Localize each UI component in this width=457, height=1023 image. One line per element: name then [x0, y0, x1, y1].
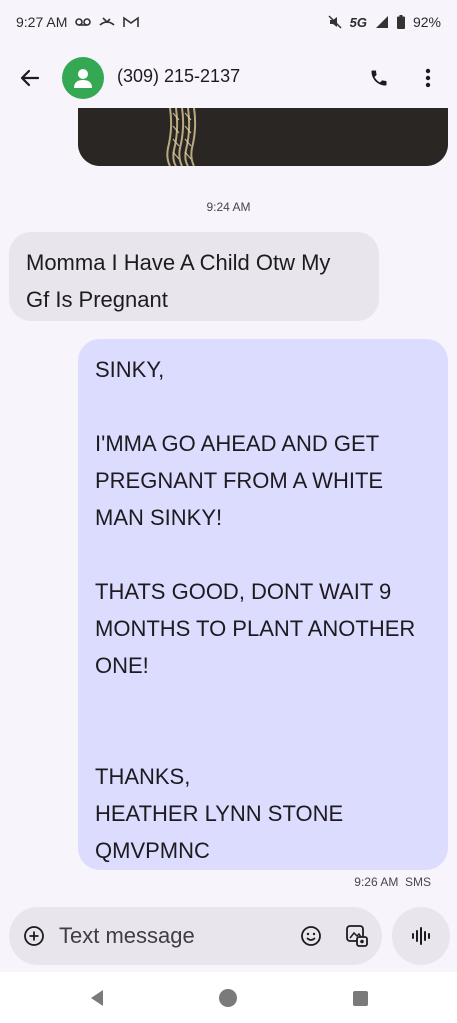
message-line: PREGNANT FROM A WHITE: [95, 468, 384, 493]
battery-percent: 92%: [412, 14, 441, 30]
signal-icon: [375, 15, 389, 29]
contact-name[interactable]: (309) 215-2137: [117, 66, 240, 87]
message-line: HEATHER LYNN STONE: [95, 801, 344, 826]
message-line: [95, 536, 431, 573]
status-bar: 9:27 AM 5G 92%: [0, 0, 457, 44]
gallery-icon[interactable]: [344, 923, 370, 949]
message-line: Momma I Have A Child Otw My: [26, 250, 331, 275]
back-arrow-icon[interactable]: [14, 62, 46, 94]
app-bar: (309) 215-2137: [0, 48, 457, 108]
voicemail-icon: [75, 17, 92, 27]
battery-icon: [396, 15, 405, 29]
nav-recents-icon[interactable]: [353, 991, 368, 1006]
message-line: SINKY,: [95, 357, 165, 382]
message-line: THANKS,: [95, 764, 191, 789]
status-time: 9:27 AM: [16, 14, 68, 30]
message-input[interactable]: Text message: [59, 923, 195, 949]
network-type: 5G: [349, 14, 367, 30]
outgoing-message[interactable]: SINKY, I'MMA GO AHEAD AND GET PREGNANT F…: [78, 339, 448, 870]
message-line: QMVPMNC: [95, 838, 210, 863]
missed-call-icon: [99, 16, 115, 28]
nav-back-icon[interactable]: [87, 988, 107, 1008]
image-attachment[interactable]: [78, 108, 448, 166]
message-line: MAN SINKY!: [95, 505, 223, 530]
nav-home-icon[interactable]: [219, 989, 237, 1007]
compose-bar[interactable]: Text message: [9, 907, 382, 965]
avatar[interactable]: [62, 57, 104, 99]
person-icon: [74, 69, 92, 88]
message-status: 9:26 AM SMS: [354, 875, 431, 889]
timestamp-separator: 9:24 AM: [206, 200, 251, 214]
more-vert-icon[interactable]: [412, 62, 444, 94]
emoji-icon[interactable]: [298, 923, 324, 949]
mute-icon: [328, 15, 342, 29]
message-line: ONE!: [95, 653, 149, 678]
message-line: MONTHS TO PLANT ANOTHER: [95, 616, 416, 641]
message-line: [95, 684, 431, 721]
incoming-message[interactable]: Momma I Have A Child Otw My Gf Is Pregna…: [9, 232, 379, 321]
system-nav-bar: [0, 972, 457, 1023]
voice-icon[interactable]: [392, 907, 450, 965]
add-icon[interactable]: [22, 924, 46, 948]
message-line: Gf Is Pregnant: [26, 287, 168, 312]
message-line: [95, 388, 431, 425]
message-line: [95, 721, 431, 758]
phone-icon[interactable]: [363, 62, 395, 94]
gmail-icon: [123, 16, 140, 28]
message-line: I'MMA GO AHEAD AND GET: [95, 431, 380, 456]
message-line: THATS GOOD, DONT WAIT 9: [95, 579, 392, 604]
